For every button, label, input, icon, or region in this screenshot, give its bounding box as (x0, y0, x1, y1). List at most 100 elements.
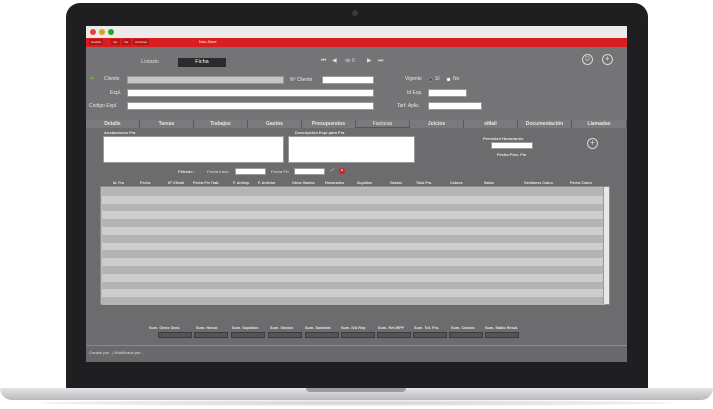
fecha-inicio-field[interactable] (235, 168, 266, 175)
table-row[interactable] (102, 219, 605, 227)
facturas-grid[interactable] (100, 186, 610, 305)
sum-subtotal-field (305, 332, 339, 338)
expl-label: Expl. (110, 90, 122, 96)
sum-ret-irpf-field (377, 332, 411, 338)
audit-text: Creado por , | Modificado por , (89, 350, 143, 355)
prevision-label: Previsión Honorarios (483, 136, 524, 141)
table-row[interactable] (102, 227, 605, 235)
tab-juicios[interactable]: Juicios (410, 120, 464, 128)
sum-suplidos-label: Sum. Suplidos (232, 326, 259, 330)
leaf-icon: ➜ (89, 76, 95, 82)
codigo-expl-label: Codigo Expl. (89, 103, 118, 109)
sum-ret-irpf-label: Sum. Ret.IRPF (378, 326, 405, 330)
sum-otros-gast-field (158, 332, 192, 338)
clear-filter-icon[interactable]: × (339, 168, 345, 174)
tab-gastos[interactable]: Gastos (248, 120, 302, 128)
tab-llamadas[interactable]: Llamadas (572, 120, 627, 128)
sum-honor-label: Sum. Honor. (196, 326, 219, 330)
table-row[interactable] (102, 289, 605, 298)
sum-suplidos-field (231, 332, 265, 338)
anotaciones-textarea[interactable] (103, 136, 284, 163)
record-counter: de 0 (345, 58, 355, 64)
descripcion-textarea[interactable] (288, 136, 415, 163)
next-record-icon[interactable]: ▶ (367, 57, 372, 65)
user-icon[interactable]: ☺ (582, 54, 593, 65)
descripcion-label: Descripcion Expl para Fra (295, 130, 345, 135)
n-cliente-label: Nº Cliente (290, 77, 313, 83)
tab-listado[interactable]: Listado (126, 58, 174, 67)
sum-tot-fra-label: Sum. Tot. Fra. (414, 326, 440, 330)
tab-tareas[interactable]: Tareas (140, 120, 194, 128)
tab-trabajos[interactable]: Trabajos (194, 120, 248, 128)
apply-filter-icon[interactable]: ✔ (330, 168, 335, 175)
cliente-field[interactable] (127, 76, 284, 84)
sum-iva-rep-field (341, 332, 375, 338)
table-row[interactable] (102, 234, 605, 243)
table-row[interactable] (102, 203, 605, 212)
minimize-icon[interactable] (99, 29, 105, 35)
close-icon[interactable] (90, 29, 96, 35)
facturas-panel: Anotaciones Fra Descripcion Expl para Fr… (86, 128, 627, 345)
menu-item-acciones[interactable]: Acciones (133, 39, 150, 45)
table-row[interactable] (102, 266, 605, 274)
table-row[interactable] (102, 188, 605, 196)
tab-presupuestos[interactable]: Presupuestos (302, 120, 356, 128)
codigo-expl-field[interactable] (127, 102, 374, 110)
table-row[interactable] (102, 297, 605, 305)
table-row[interactable] (102, 281, 605, 290)
last-record-icon[interactable]: ⏭ (378, 57, 383, 65)
sum-iva-rep-label: Sum. IVA Rep (341, 326, 366, 330)
cliente-label: Cliente (104, 76, 120, 82)
table-row[interactable] (102, 250, 605, 259)
sum-cobros-label: Sum. Cobros (451, 326, 475, 330)
menu-bar: Gestión Ver Ver Acciones Nos-Save (86, 38, 627, 47)
sum-subtotal-label: Sum. Subtotal (305, 326, 331, 330)
expl-field[interactable] (127, 89, 374, 97)
si-label: Sí (435, 76, 440, 82)
grid-scrollbar[interactable] (603, 187, 609, 304)
tarf-aplic-field[interactable] (428, 102, 482, 110)
title-bar (86, 26, 627, 38)
vigente-si-radio[interactable] (428, 77, 433, 82)
sum-saldo-resul-field (485, 332, 519, 338)
table-row[interactable] (102, 242, 605, 251)
camera-dot (352, 10, 358, 16)
n-cliente-field[interactable] (322, 76, 374, 84)
app-window: Gestión Ver Ver Acciones Nos-Save Listad… (86, 26, 627, 362)
vigente-label: Vigente (405, 76, 422, 82)
prevision-field[interactable] (491, 142, 533, 149)
sum-gastos-field (268, 332, 302, 338)
sum-otros-gast-label: Sum. Otros Gast. (149, 326, 181, 330)
fecha-fin-field[interactable] (294, 168, 325, 175)
table-row[interactable] (102, 195, 605, 204)
toolbar: Listado Ficha ⏮ ◀ de 0 ▶ ⏭ ☺ + (86, 47, 627, 68)
id-exp-label: Id Exp. (407, 90, 423, 96)
sum-saldo-resul-label: Sum. Saldo Resul. (485, 326, 519, 330)
prev-record-icon[interactable]: ◀ (332, 57, 337, 65)
tab-facturas[interactable]: Facturas (356, 120, 410, 128)
anotaciones-label: Anotaciones Fra (104, 130, 136, 135)
menu-item-ver-2[interactable]: Ver (122, 39, 131, 45)
menu-item-gestion[interactable]: Gestión (89, 39, 104, 45)
laptop-shadow (40, 400, 673, 406)
menu-item-ver[interactable]: Ver (111, 39, 120, 45)
add-factura-icon[interactable]: + (587, 138, 598, 149)
vigente-no-radio[interactable] (446, 77, 451, 82)
record-form: ➜ Cliente Nº Cliente Vigente Sí No Expl.… (86, 68, 627, 120)
id-exp-field[interactable] (428, 89, 467, 97)
sum-honor-field (194, 332, 228, 338)
tab-ficha[interactable]: Ficha (178, 58, 226, 67)
filtrado-label: Filtrado : (178, 169, 196, 174)
tab-email[interactable]: eMail (464, 120, 518, 128)
table-row[interactable] (102, 273, 605, 282)
table-row[interactable] (102, 211, 605, 220)
add-icon[interactable]: + (602, 54, 613, 65)
table-row[interactable] (102, 258, 605, 266)
tab-detalle[interactable]: Detalle (86, 120, 140, 128)
fecha-inicio-label: Fecha Inicio (207, 169, 229, 174)
no-label: No (453, 76, 460, 82)
section-tabs: Detalle Tareas Trabajos Gastos Presupues… (86, 120, 627, 128)
tab-documentacion[interactable]: Documentación (518, 120, 572, 128)
first-record-icon[interactable]: ⏮ (321, 57, 326, 65)
zoom-icon[interactable] (108, 29, 114, 35)
